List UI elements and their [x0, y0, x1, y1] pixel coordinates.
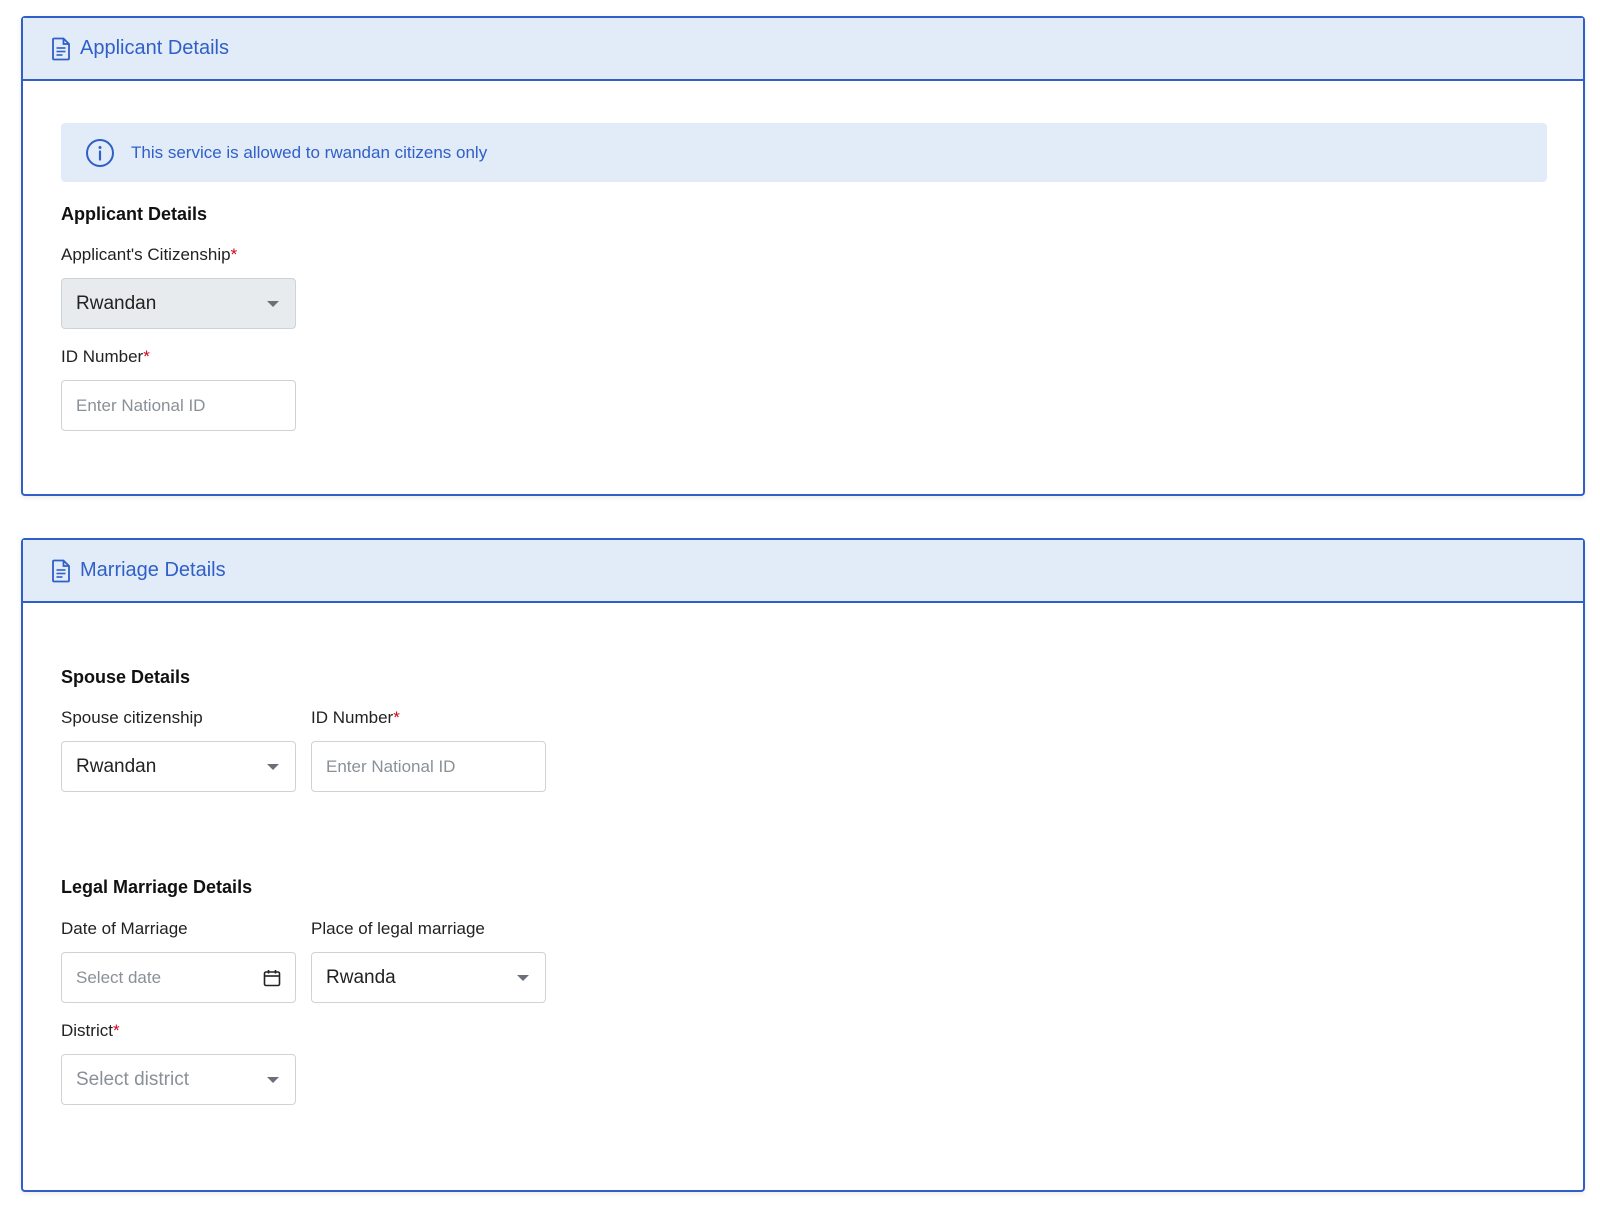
spouse-section-heading: Spouse Details	[61, 667, 191, 687]
spouse-citizenship-value: Rwandan	[76, 755, 157, 777]
legal-marriage-section-heading: Legal Marriage Details	[61, 877, 253, 897]
spouse-id-field	[311, 741, 546, 792]
spouse-citizenship-select[interactable]: Rwandan	[61, 741, 296, 792]
marriage-place-label: Place of legal marriage	[311, 919, 485, 938]
applicant-details-title: Applicant Details	[80, 37, 229, 59]
document-icon	[52, 37, 70, 60]
marriage-date-label: Date of Marriage	[61, 919, 188, 938]
document-icon	[52, 559, 70, 582]
marriage-date-picker[interactable]: Select date	[61, 952, 296, 1003]
marriage-place-select[interactable]: Rwanda	[311, 952, 546, 1003]
applicant-citizenship-select[interactable]: Rwandan	[61, 278, 296, 329]
spouse-id-input[interactable]	[326, 756, 531, 777]
spouse-id-label: ID Number*	[311, 708, 400, 727]
chevron-down-icon	[517, 974, 529, 981]
applicant-citizenship-value: Rwandan	[76, 292, 157, 314]
applicant-id-field	[61, 380, 296, 431]
info-alert: This service is allowed to rwandan citiz…	[61, 123, 1547, 182]
info-icon	[86, 138, 114, 167]
applicant-id-label: ID Number*	[61, 347, 150, 366]
district-label: District*	[61, 1021, 120, 1040]
applicant-section-heading: Applicant Details	[61, 204, 208, 224]
district-placeholder: Select district	[76, 1068, 189, 1090]
chevron-down-icon	[267, 1076, 279, 1083]
info-alert-text: This service is allowed to rwandan citiz…	[131, 142, 488, 162]
district-select[interactable]: Select district	[61, 1054, 296, 1105]
marriage-details-card: Marriage Details Spouse Details Spouse c…	[21, 538, 1585, 1192]
marriage-details-header: Marriage Details	[23, 540, 1583, 603]
applicant-citizenship-label: Applicant's Citizenship*	[61, 245, 238, 264]
spouse-citizenship-label: Spouse citizenship	[61, 708, 203, 727]
chevron-down-icon	[267, 300, 279, 307]
applicant-details-card: Applicant Details This service is allowe…	[21, 16, 1585, 496]
applicant-id-input[interactable]	[76, 395, 281, 416]
marriage-place-value: Rwanda	[326, 966, 396, 988]
marriage-details-title: Marriage Details	[80, 559, 226, 581]
applicant-details-header: Applicant Details	[23, 18, 1583, 81]
chevron-down-icon	[267, 763, 279, 770]
calendar-icon[interactable]	[263, 969, 281, 987]
marriage-date-placeholder: Select date	[76, 967, 162, 987]
